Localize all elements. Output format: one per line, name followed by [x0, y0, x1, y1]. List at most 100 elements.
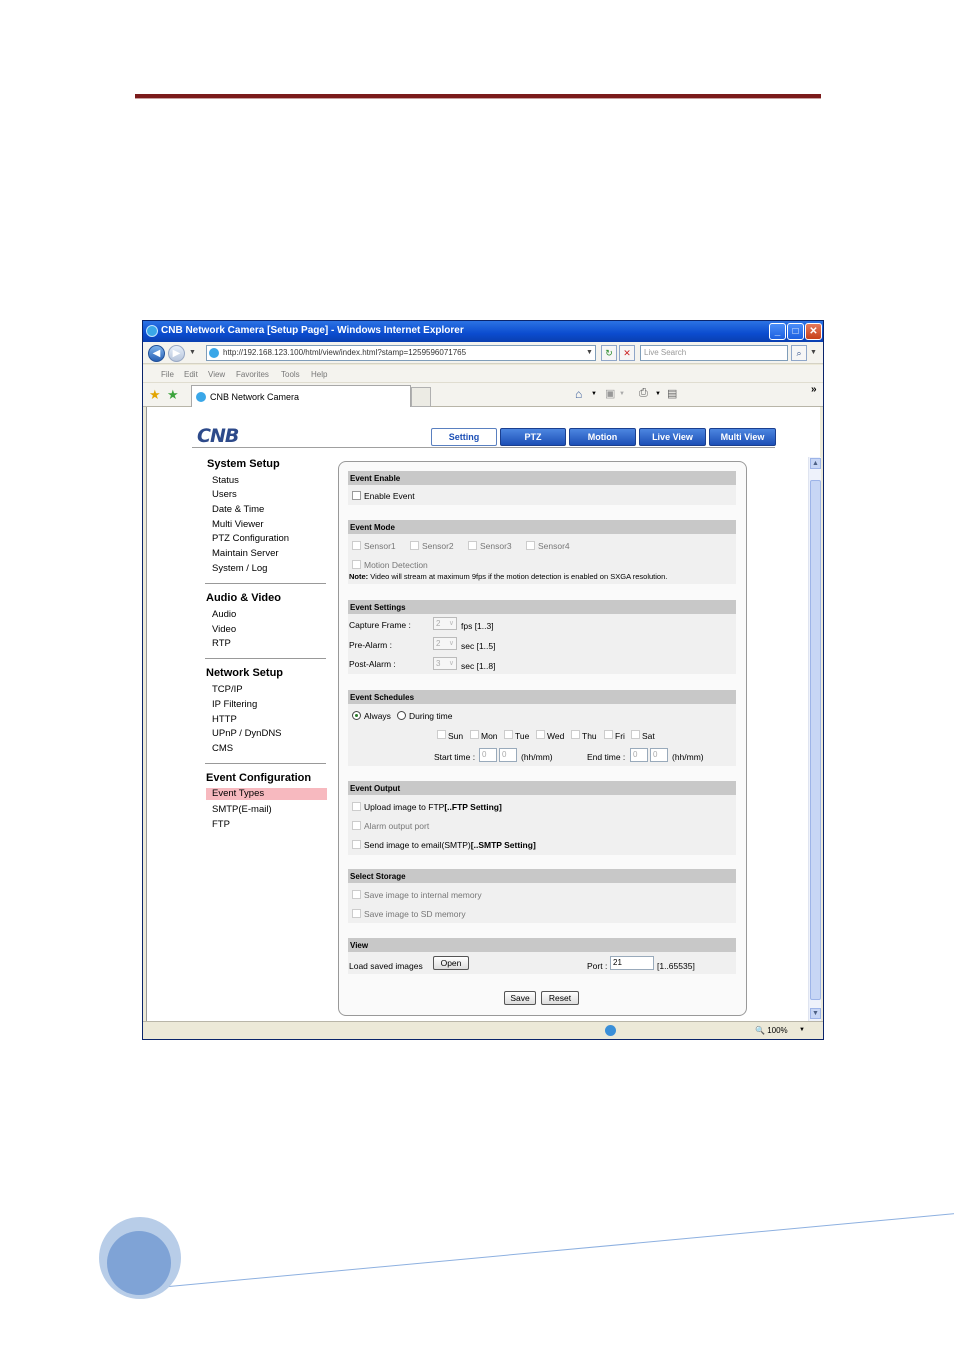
sidebar-item-event-types[interactable]: Event Types [206, 788, 327, 800]
enable-event-checkbox[interactable] [352, 491, 361, 500]
post-alarm-label: Post-Alarm : [349, 659, 396, 669]
day-wed-checkbox[interactable] [536, 730, 545, 739]
scroll-thumb[interactable] [810, 480, 821, 1000]
sidebar-item-users[interactable]: Users [212, 489, 237, 500]
menu-view[interactable]: View [208, 370, 225, 379]
sd-memory-checkbox[interactable] [352, 909, 361, 918]
browser-window: CNB Network Camera [Setup Page] - Window… [142, 320, 824, 1040]
close-button[interactable]: ✕ [805, 323, 822, 340]
sidebar-item-multi-viewer[interactable]: Multi Viewer [212, 519, 264, 530]
ftp-setting-link[interactable]: [..FTP Setting] [444, 802, 501, 812]
tab-ptz[interactable]: PTZ [500, 428, 566, 446]
search-icon[interactable]: ⌕ [791, 345, 807, 361]
during-time-radio[interactable] [397, 711, 406, 720]
sidebar-item-ptz-configuration[interactable]: PTZ Configuration [212, 533, 289, 544]
sidebar-item-ftp[interactable]: FTP [212, 819, 230, 830]
smtp-setting-link[interactable]: [..SMTP Setting] [471, 840, 536, 850]
print-icon[interactable]: ⎙ [639, 387, 648, 400]
page-scrollbar[interactable]: ▲ ▼ [808, 457, 821, 1021]
event-output-header: Event Output [348, 781, 736, 795]
sidebar-item-status[interactable]: Status [212, 475, 239, 486]
sidebar-item-smtp[interactable]: SMTP(E-mail) [212, 804, 272, 815]
sensor3-checkbox[interactable] [468, 541, 477, 550]
print-dropdown-icon[interactable]: ▼ [655, 391, 661, 397]
sidebar-item-tcpip[interactable]: TCP/IP [212, 684, 243, 695]
sidebar-item-ip-filtering[interactable]: IP Filtering [212, 699, 257, 710]
forward-icon[interactable]: ▶ [168, 345, 185, 362]
day-fri-checkbox[interactable] [604, 730, 613, 739]
start-minute-input[interactable]: 0 [499, 748, 517, 762]
zoom-level[interactable]: 🔍 100% [755, 1026, 788, 1035]
home-icon[interactable]: ⌂ [575, 387, 582, 401]
day-tue-checkbox[interactable] [504, 730, 513, 739]
address-dropdown-icon[interactable]: ▼ [586, 349, 593, 356]
end-minute-input[interactable]: 0 [650, 748, 668, 762]
search-placeholder: Live Search [644, 348, 687, 357]
search-options-icon[interactable]: ▼ [810, 349, 817, 356]
sidebar-item-cms[interactable]: CMS [212, 743, 233, 754]
feeds-dropdown-icon[interactable]: ▼ [619, 391, 625, 397]
menu-help[interactable]: Help [311, 370, 327, 379]
search-input[interactable]: Live Search [640, 345, 788, 361]
menu-edit[interactable]: Edit [184, 370, 198, 379]
pre-alarm-select[interactable]: 2 [433, 637, 457, 650]
minimize-button[interactable]: _ [769, 323, 786, 340]
pre-alarm-unit: sec [1..5] [461, 641, 496, 651]
tab-multi-view[interactable]: Multi View [709, 428, 776, 446]
sidebar-item-video[interactable]: Video [212, 624, 236, 635]
new-tab-button[interactable] [411, 387, 431, 407]
sensor4-checkbox[interactable] [526, 541, 535, 550]
motion-detection-checkbox[interactable] [352, 560, 361, 569]
back-icon[interactable]: ◀ [148, 345, 165, 362]
post-alarm-select[interactable]: 3 [433, 657, 457, 670]
reset-button[interactable]: Reset [541, 991, 579, 1005]
port-label: Port : [587, 961, 608, 971]
sidebar-item-audio[interactable]: Audio [212, 609, 236, 620]
day-sat-checkbox[interactable] [631, 730, 640, 739]
refresh-icon[interactable]: ↻ [601, 345, 617, 361]
always-radio[interactable] [352, 711, 361, 720]
address-bar[interactable]: http://192.168.123.100/html/view/index.h… [206, 345, 596, 361]
sidebar-item-http[interactable]: HTTP [212, 714, 237, 725]
scroll-down-icon[interactable]: ▼ [810, 1008, 821, 1019]
menu-file[interactable]: File [161, 370, 174, 379]
zoom-dropdown-icon[interactable]: ▼ [799, 1027, 805, 1033]
sidebar-item-maintain-server[interactable]: Maintain Server [212, 548, 279, 559]
save-button[interactable]: Save [504, 991, 536, 1005]
history-dropdown-icon[interactable]: ▼ [189, 349, 196, 356]
maximize-button[interactable]: □ [787, 323, 804, 340]
menu-tools[interactable]: Tools [281, 370, 300, 379]
stop-icon[interactable]: ✕ [619, 345, 635, 361]
tab-live-view[interactable]: Live View [639, 428, 706, 446]
start-hour-input[interactable]: 0 [479, 748, 497, 762]
day-sun-checkbox[interactable] [437, 730, 446, 739]
sidebar-item-system-log[interactable]: System / Log [212, 563, 267, 574]
favorites-star-icon[interactable]: ★ [149, 387, 161, 403]
add-favorites-icon[interactable]: ★ [167, 387, 179, 403]
tab-motion[interactable]: Motion [569, 428, 636, 446]
feeds-icon[interactable]: ▣ [605, 387, 615, 400]
end-hour-input[interactable]: 0 [630, 748, 648, 762]
send-email-text: Send image to email(SMTP) [364, 840, 471, 850]
open-button[interactable]: Open [433, 956, 469, 970]
page-menu-icon[interactable]: ▤ [667, 387, 677, 400]
sidebar-item-upnp-dyndns[interactable]: UPnP / DynDNS [212, 728, 282, 739]
sensor2-checkbox[interactable] [410, 541, 419, 550]
scroll-up-icon[interactable]: ▲ [810, 458, 821, 469]
menu-favorites[interactable]: Favorites [236, 370, 269, 379]
alarm-output-checkbox[interactable] [352, 821, 361, 830]
capture-frame-select[interactable]: 2 [433, 617, 457, 630]
upload-ftp-checkbox[interactable] [352, 802, 361, 811]
toolbar-overflow-icon[interactable]: » [811, 384, 817, 395]
sidebar-item-rtp[interactable]: RTP [212, 638, 231, 649]
sensor1-checkbox[interactable] [352, 541, 361, 550]
home-dropdown-icon[interactable]: ▼ [591, 391, 597, 397]
port-input[interactable]: 21 [610, 956, 654, 970]
day-mon-checkbox[interactable] [470, 730, 479, 739]
send-email-checkbox[interactable] [352, 840, 361, 849]
sidebar-item-date-time[interactable]: Date & Time [212, 504, 264, 515]
tab-setting[interactable]: Setting [431, 428, 497, 446]
internal-memory-checkbox[interactable] [352, 890, 361, 899]
browser-tab[interactable]: CNB Network Camera [191, 385, 411, 407]
day-thu-checkbox[interactable] [571, 730, 580, 739]
